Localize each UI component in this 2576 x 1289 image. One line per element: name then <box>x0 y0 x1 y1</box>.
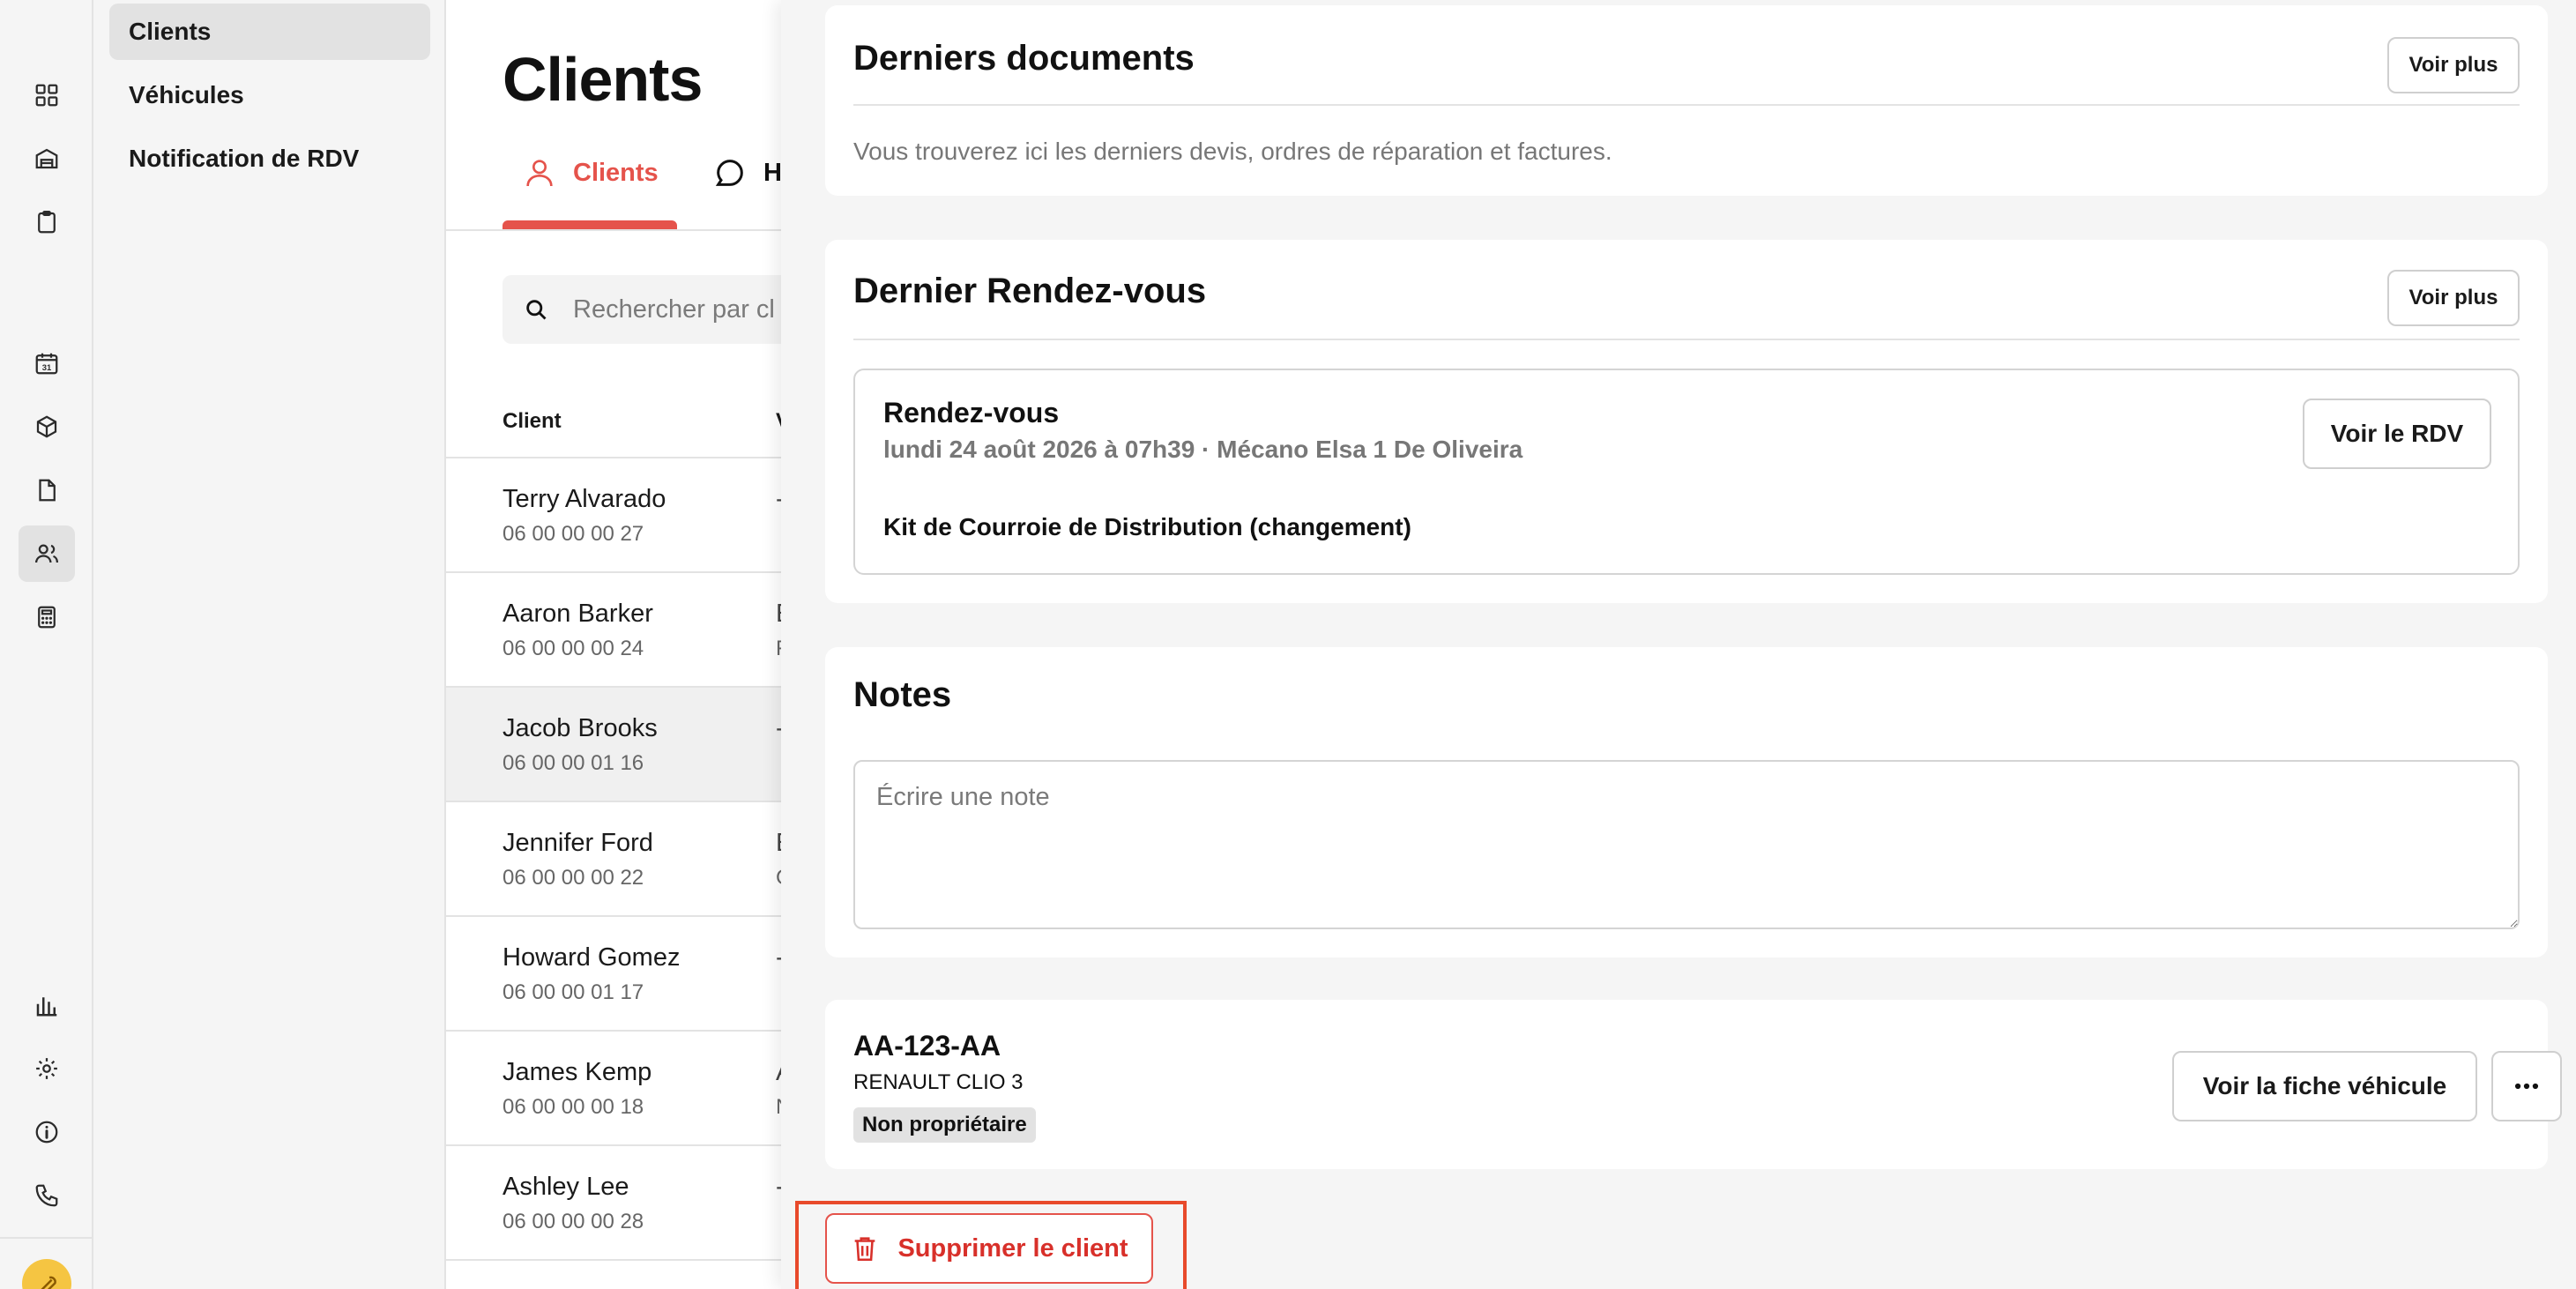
vehicle-card: AA-123-AA RENAULT CLIO 3 Non propriétair… <box>825 1000 2562 1169</box>
documents-description: Vous trouverez ici les derniers devis, o… <box>853 138 1612 165</box>
documents-card: Derniers documents Voir plus Vous trouve… <box>825 5 2548 196</box>
vehicle-model: RENAULT CLIO 3 <box>853 1070 1024 1094</box>
appointment-title: Dernier Rendez-vous <box>853 272 1207 310</box>
client-phone: 06 00 00 01 16 <box>503 751 644 775</box>
notes-card: Notes <box>825 647 2548 957</box>
column-header-client[interactable]: Client <box>503 409 562 434</box>
chart-icon[interactable] <box>19 977 75 1033</box>
search-icon <box>526 300 547 320</box>
appointment-more-button[interactable]: Voir plus <box>2387 270 2520 326</box>
client-phone: 06 00 00 00 22 <box>503 866 644 890</box>
active-tab-indicator <box>503 220 677 229</box>
dashboard-icon[interactable] <box>19 67 75 123</box>
client-list-panel: Clients Clients Hi Client V Terry Alvara… <box>446 0 781 1289</box>
documents-title: Derniers documents <box>853 39 1195 78</box>
rail-separator <box>0 1237 93 1239</box>
vehicle-plate: AA-123-AA <box>853 1030 1001 1062</box>
appointment-card-title: Rendez-vous <box>883 397 1060 428</box>
table-row[interactable]: Terry Alvarado 06 00 00 00 27 - <box>446 457 781 571</box>
client-name: Jacob Brooks <box>503 714 658 742</box>
phone-icon[interactable] <box>19 1167 75 1224</box>
tabs-divider <box>446 229 781 231</box>
table-row[interactable]: Ashley Lee 06 00 00 00 28 - <box>446 1144 781 1259</box>
table-row[interactable]: Jennifer Ford 06 00 00 00 22 E C <box>446 801 781 915</box>
table-row <box>446 1259 781 1289</box>
client-name: Aaron Barker <box>503 600 653 628</box>
documents-divider <box>853 104 2520 106</box>
appointment-service: Kit de Courroie de Distribution (changem… <box>883 513 1411 540</box>
client-search[interactable] <box>503 275 781 344</box>
view-vehicle-button[interactable]: Voir la fiche véhicule <box>2172 1051 2477 1121</box>
appointment-summary: Rendez-vous lundi 24 août 2026 à 07h39 ·… <box>853 369 2520 575</box>
client-name: Howard Gomez <box>503 943 681 972</box>
client-phone: 06 00 00 00 28 <box>503 1210 644 1233</box>
icon-rail: 31 <box>0 0 93 1289</box>
table-row[interactable]: Howard Gomez 06 00 00 01 17 - <box>446 915 781 1030</box>
garage-icon[interactable] <box>19 130 75 187</box>
tab-historique-label: Hi <box>763 158 781 187</box>
client-name: Ashley Lee <box>503 1173 629 1201</box>
subnav-item-vehicules[interactable]: Véhicules <box>109 67 430 123</box>
delete-client-button[interactable]: Supprimer le client <box>825 1213 1153 1284</box>
client-phone: 06 00 00 00 18 <box>503 1095 644 1119</box>
search-input[interactable] <box>573 294 781 324</box>
table-row[interactable]: James Kemp 06 00 00 00 18 A N <box>446 1030 781 1144</box>
wrench-avatar-icon[interactable] <box>22 1259 71 1289</box>
clipboard-icon[interactable] <box>19 194 75 250</box>
client-name: James Kemp <box>503 1058 652 1086</box>
more-horizontal-icon <box>2514 1083 2539 1090</box>
appointment-card: Dernier Rendez-vous Voir plus Rendez-vou… <box>825 240 2548 603</box>
calendar-icon[interactable]: 31 <box>19 335 75 391</box>
client-phone: 06 00 00 01 17 <box>503 980 644 1004</box>
box-icon[interactable] <box>19 399 75 455</box>
notes-title: Notes <box>853 675 952 714</box>
client-detail-drawer: Derniers documents Voir plus Vous trouve… <box>781 0 2576 1289</box>
svg-text:31: 31 <box>42 363 51 372</box>
chat-icon <box>715 160 743 186</box>
trash-icon <box>855 1237 875 1262</box>
view-appointment-button[interactable]: Voir le RDV <box>2303 399 2491 469</box>
client-name: Terry Alvarado <box>503 485 666 513</box>
user-icon <box>526 160 553 187</box>
documents-more-button[interactable]: Voir plus <box>2387 37 2520 93</box>
table-row[interactable]: Jacob Brooks 06 00 00 01 16 - <box>446 686 781 801</box>
table-row[interactable]: Aaron Barker 06 00 00 00 24 E F <box>446 571 781 686</box>
appointment-datetime: lundi 24 août 2026 à 07h39 · Mécano Elsa… <box>883 436 1523 463</box>
sub-navigation: Clients Véhicules Notification de RDV <box>93 0 446 1289</box>
client-phone: 06 00 00 00 24 <box>503 637 644 660</box>
ownership-badge: Non propriétaire <box>853 1107 1036 1143</box>
document-icon[interactable] <box>19 462 75 518</box>
subnav-item-notification-rdv[interactable]: Notification de RDV <box>109 130 430 187</box>
subnav-item-clients[interactable]: Clients <box>109 4 430 60</box>
gear-icon[interactable] <box>19 1040 75 1097</box>
info-icon[interactable] <box>19 1104 75 1160</box>
tab-clients[interactable]: Clients <box>522 155 659 190</box>
users-icon[interactable] <box>19 525 75 582</box>
vehicle-more-options-button[interactable] <box>2491 1051 2562 1121</box>
note-textarea[interactable] <box>853 760 2520 929</box>
delete-client-label: Supprimer le client <box>897 1233 1128 1263</box>
tab-clients-label: Clients <box>573 158 659 187</box>
appointment-divider <box>853 339 2520 340</box>
page-title: Clients <box>503 45 703 114</box>
client-name: Jennifer Ford <box>503 829 653 857</box>
calculator-icon[interactable] <box>19 589 75 645</box>
tab-historique[interactable]: Hi <box>712 155 781 190</box>
client-phone: 06 00 00 00 27 <box>503 522 644 546</box>
